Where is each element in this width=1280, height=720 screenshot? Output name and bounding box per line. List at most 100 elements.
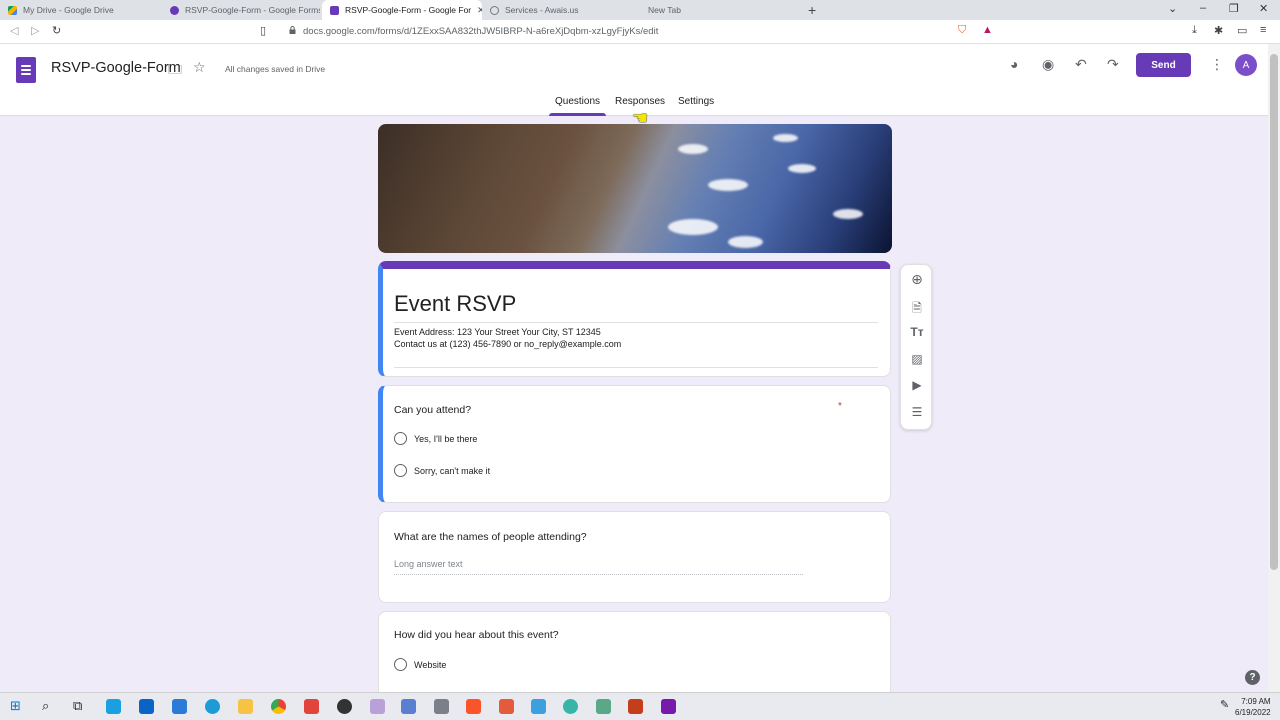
tab-responses[interactable]: Responses (615, 96, 665, 107)
option-label: Sorry, can't make it (414, 465, 491, 476)
app-taskbar-icon[interactable] (563, 699, 578, 714)
forms-favicon-icon (330, 5, 339, 15)
radio-option[interactable]: Website (394, 658, 446, 671)
windows-start-icon[interactable]: ⊞ (10, 698, 21, 714)
mail-icon[interactable] (139, 699, 154, 714)
more-options-icon[interactable]: ⋮ (1210, 56, 1224, 73)
app-taskbar-icon[interactable] (401, 699, 416, 714)
search-icon[interactable]: ⌕ (42, 698, 49, 714)
question-title[interactable]: What are the names of people attending? (394, 531, 587, 543)
form-description-line[interactable]: Event Address: 123 Your Street Your City… (394, 327, 601, 337)
browser-tab-label: Services - Awais.us (505, 5, 579, 15)
add-image-icon[interactable]: ▨ (901, 352, 933, 366)
app-taskbar-icon[interactable] (499, 699, 514, 714)
folder-icon[interactable]: 🗀 (168, 59, 182, 83)
extensions-icon[interactable]: ✱ (1214, 24, 1223, 37)
active-tab-indicator (549, 113, 606, 116)
calculator-icon[interactable] (434, 699, 449, 714)
browser-tab-label: My Drive - Google Drive (23, 5, 114, 15)
add-question-icon[interactable]: ⊕ (901, 271, 933, 288)
add-title-icon[interactable]: Tт (901, 325, 933, 339)
long-answer-placeholder: Long answer text (394, 559, 463, 569)
question-card[interactable]: What are the names of people attending? … (378, 511, 891, 603)
add-section-icon[interactable]: ☰ (901, 405, 933, 419)
menu-icon[interactable]: ≡ (1260, 24, 1266, 36)
question-title[interactable]: How did you hear about this event? (394, 629, 559, 641)
question-title[interactable]: Can you attend? (394, 404, 471, 416)
mouse-cursor-hand-icon: ☚ (632, 108, 649, 128)
app-taskbar-icon[interactable] (531, 699, 546, 714)
clock-date: 6/19/2022 (1235, 708, 1271, 717)
store-icon[interactable] (172, 699, 187, 714)
answer-underline (394, 574, 803, 575)
radio-button[interactable] (394, 464, 407, 477)
wallet-icon[interactable]: ▭ (1237, 24, 1247, 37)
task-view-icon[interactable]: ⧉ (73, 698, 82, 714)
new-tab-icon[interactable]: + (808, 2, 816, 18)
forward-icon[interactable]: ▷ (31, 24, 39, 37)
chrome-icon[interactable] (271, 699, 286, 714)
browser-tab-drive[interactable]: My Drive - Google Drive (0, 0, 160, 20)
browser-tab-label: RSVP-Google-Form - Google For (345, 5, 472, 15)
minimize-icon[interactable]: – (1200, 2, 1206, 14)
header-banner-image (378, 124, 892, 253)
tab-questions[interactable]: Questions (555, 96, 600, 107)
add-video-icon[interactable]: ▶ (901, 378, 933, 392)
document-title[interactable]: RSVP-Google-Form (51, 60, 181, 76)
forms-logo-icon[interactable] (16, 57, 36, 83)
undo-icon[interactable]: ↶ (1075, 56, 1087, 73)
app-taskbar-icon[interactable] (370, 699, 385, 714)
system-clock[interactable]: 7:09 AM 6/19/2022 (1235, 696, 1271, 718)
radio-option[interactable]: Yes, I'll be there (394, 432, 477, 445)
scrollbar-thumb[interactable] (1270, 54, 1278, 570)
app-taskbar-icon[interactable] (337, 699, 352, 714)
brave-icon[interactable] (466, 699, 481, 714)
brave-rewards-icon[interactable]: ▲ (982, 24, 993, 36)
avatar[interactable]: A (1235, 54, 1257, 76)
required-asterisk: * (838, 401, 842, 412)
preview-eye-icon[interactable]: ◉ (1042, 56, 1054, 73)
app-taskbar-icon[interactable] (596, 699, 611, 714)
star-icon[interactable]: ☆ (193, 59, 206, 76)
redo-icon[interactable]: ↷ (1107, 56, 1119, 73)
import-questions-icon[interactable]: 🗎 (901, 299, 933, 320)
form-title[interactable]: Event RSVP (394, 291, 516, 317)
onenote-icon[interactable] (661, 699, 676, 714)
browser-tab-forms[interactable]: RSVP-Google-Form - Google Forms (162, 0, 320, 20)
url-field[interactable]: docs.google.com/forms/d/1ZExxSAA832thJW5… (303, 26, 658, 37)
help-icon[interactable]: ? (1245, 670, 1260, 685)
tab-search-icon[interactable]: ⌄ (1168, 2, 1177, 15)
palette-icon[interactable]: ◕ (1010, 56, 1018, 72)
brave-shield-icon[interactable]: ⛉ (958, 24, 966, 37)
question-card[interactable]: Can you attend? * Yes, I'll be there Sor… (378, 385, 891, 503)
edge-icon[interactable] (205, 699, 220, 714)
radio-button[interactable] (394, 658, 407, 671)
browser-tab-forms-active[interactable]: RSVP-Google-Form - Google For ✕ (322, 0, 482, 20)
file-explorer-icon[interactable] (238, 699, 253, 714)
reload-icon[interactable]: ↻ (52, 24, 61, 37)
pen-icon[interactable]: ✎ (1220, 698, 1229, 711)
browser-tab-newtab[interactable]: New Tab (640, 0, 800, 20)
powerpoint-icon[interactable] (628, 699, 643, 714)
forms-header: RSVP-Google-Form 🗀 ☆ All changes saved i… (0, 44, 1268, 116)
globe-favicon-icon (490, 5, 499, 15)
browser-tab-strip: My Drive - Google Drive RSVP-Google-Form… (0, 0, 1280, 20)
download-icon[interactable]: ⤓ (1192, 24, 1197, 37)
address-bar: ◁ ▷ ↻ ▯ docs.google.com/forms/d/1ZExxSAA… (0, 20, 1280, 44)
browser-tab-label: New Tab (648, 5, 681, 15)
close-window-icon[interactable]: ✕ (1259, 2, 1268, 15)
app-taskbar-icon[interactable] (304, 699, 319, 714)
bookmark-icon[interactable]: ▯ (260, 24, 266, 37)
tab-settings[interactable]: Settings (678, 96, 714, 107)
back-icon[interactable]: ◁ (10, 24, 18, 37)
send-button[interactable]: Send (1136, 53, 1191, 77)
floating-toolbar: ⊕ 🗎 Tт ▨ ▶ ☰ (900, 264, 932, 430)
radio-option[interactable]: Sorry, can't make it (394, 464, 490, 477)
browser-tab-services[interactable]: Services - Awais.us (482, 0, 638, 20)
clock-time: 7:09 AM (1241, 697, 1271, 706)
form-description-line[interactable]: Contact us at (123) 456-7890 or no_reply… (394, 339, 621, 349)
app-taskbar-icon[interactable] (106, 699, 121, 714)
radio-button[interactable] (394, 432, 407, 445)
form-title-card[interactable]: Event RSVP Event Address: 123 Your Stree… (378, 261, 891, 377)
restore-icon[interactable]: ❐ (1229, 2, 1239, 15)
